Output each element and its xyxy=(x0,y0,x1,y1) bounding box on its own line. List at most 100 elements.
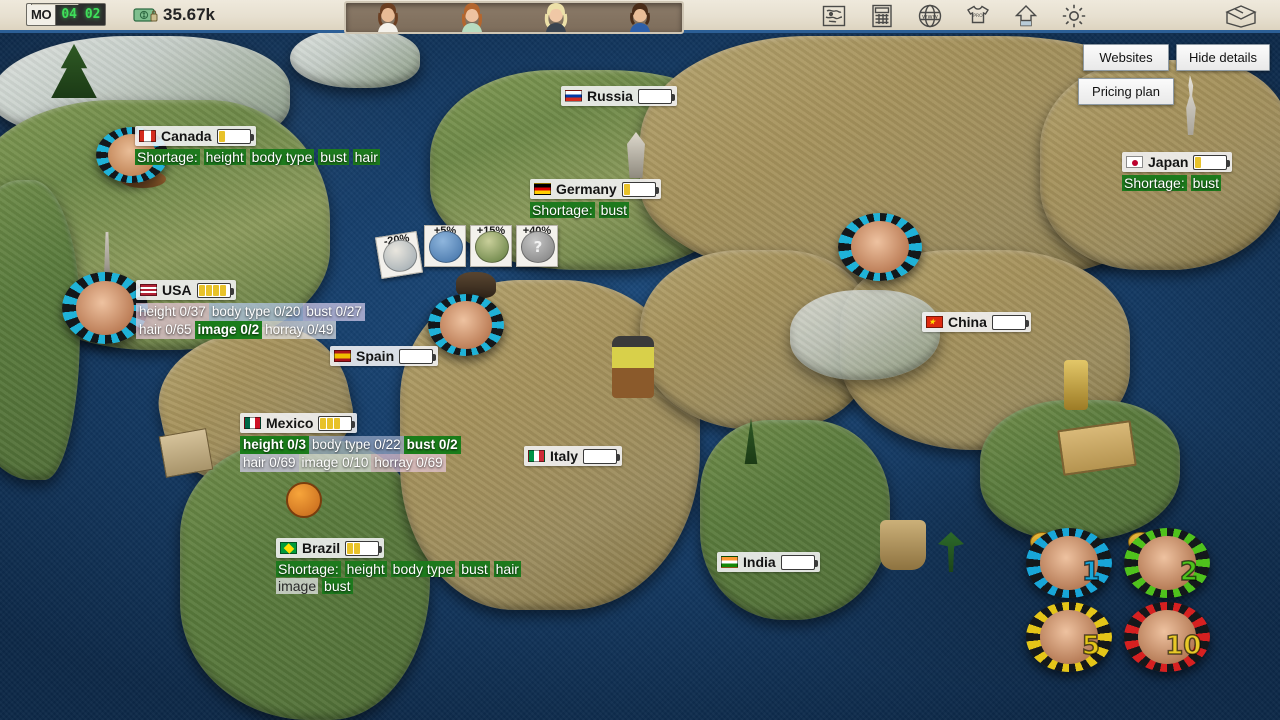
top-icon-toolbar: www PRO xyxy=(820,2,1088,30)
portrait-1[interactable] xyxy=(367,2,409,32)
top-status-bar: MO 04 02 35.67k xyxy=(0,0,1280,33)
character-portraits-strip[interactable] xyxy=(344,1,684,34)
dollar-pillar-icon xyxy=(1064,360,1088,410)
svg-text:?: ? xyxy=(534,238,543,256)
bonus-badge-question[interactable]: +40% ? xyxy=(516,225,558,267)
country-spain[interactable]: Spain xyxy=(330,346,438,367)
country-header[interactable]: Italy xyxy=(524,446,622,466)
shortage-item: bust xyxy=(599,202,629,218)
stat-bust: bust 0/2 xyxy=(404,436,461,454)
mail-icon[interactable] xyxy=(1224,3,1258,29)
country-header[interactable]: Canada xyxy=(135,126,256,146)
clock-month-label: MO xyxy=(27,4,56,25)
portrait-2[interactable] xyxy=(451,2,493,32)
bonus-badge-billboard[interactable]: +5% xyxy=(424,225,466,267)
country-italy[interactable]: Italy xyxy=(524,446,622,467)
country-name: Italy xyxy=(550,448,578,464)
country-name: Germany xyxy=(556,181,617,197)
country-header[interactable]: Brazil xyxy=(276,538,384,558)
settings-gear-icon[interactable] xyxy=(1060,2,1088,30)
stat-bust: bust 0/27 xyxy=(303,303,365,321)
token-portrait xyxy=(440,301,492,348)
cash-icon xyxy=(133,6,159,24)
country-header[interactable]: India xyxy=(717,552,820,572)
country-header[interactable]: Russia xyxy=(561,86,677,106)
flag-de-icon xyxy=(534,183,551,195)
money-display[interactable]: 35.67k xyxy=(133,5,215,25)
game-clock[interactable]: MO 04 02 xyxy=(26,3,106,26)
stat-image: image 0/10 xyxy=(299,454,372,472)
clock-box[interactable]: MO 04 02 xyxy=(26,3,106,26)
shortage-item: hair xyxy=(353,149,380,165)
portrait-4[interactable] xyxy=(619,2,661,32)
stat-hair: hair 0/65 xyxy=(136,321,195,339)
flag-ca-icon xyxy=(139,130,156,142)
country-stats: height 0/3 body type 0/22 bust 0/2 hair … xyxy=(240,436,461,472)
tshirt-icon[interactable]: PRO xyxy=(964,2,992,30)
country-header[interactable]: Spain xyxy=(330,346,438,366)
shortage-item: bust xyxy=(1191,175,1221,191)
park-icon xyxy=(475,231,509,263)
country-level-bar xyxy=(399,349,433,364)
websites-button[interactable]: Websites xyxy=(1083,44,1169,71)
stat-body-type: body type 0/22 xyxy=(309,436,404,454)
portrait-3[interactable] xyxy=(535,2,577,32)
country-india[interactable]: India xyxy=(717,552,820,573)
shortage-item: bust xyxy=(318,149,348,165)
country-level-bar xyxy=(197,283,231,298)
stat-hair: hair 0/69 xyxy=(240,454,299,472)
chip-number: 10 xyxy=(1165,631,1201,661)
pricing-plan-button[interactable]: Pricing plan xyxy=(1078,78,1174,105)
token-portrait xyxy=(851,221,908,273)
lighthouse-landmark-icon xyxy=(612,336,654,398)
svg-text:PRO: PRO xyxy=(973,13,983,19)
map-token-asia[interactable] xyxy=(838,213,922,281)
country-russia[interactable]: Russia xyxy=(561,86,677,107)
country-shortage: Shortage: height body type bust hair ima… xyxy=(276,561,521,595)
country-stats: height 0/37 body type 0/20 bust 0/27 hai… xyxy=(136,303,365,339)
chip-1[interactable]: 1 xyxy=(1026,528,1112,598)
country-level-bar xyxy=(1193,155,1227,170)
country-brazil[interactable]: Brazil Shortage: height body type bust h… xyxy=(276,538,521,595)
shortage-prefix: Shortage: xyxy=(276,561,341,577)
country-header[interactable]: Mexico xyxy=(240,413,357,433)
shortage-prefix: Shortage: xyxy=(1122,175,1187,191)
landmass-himalaya xyxy=(790,290,940,380)
www-globe-icon[interactable]: www xyxy=(916,2,944,30)
country-germany[interactable]: Germany Shortage: bust xyxy=(530,179,661,219)
country-header[interactable]: Japan xyxy=(1122,152,1232,172)
country-name: Canada xyxy=(161,128,212,144)
chip-2[interactable]: 2 xyxy=(1124,528,1210,598)
token-portrait xyxy=(76,281,134,336)
stat-height: height 0/3 xyxy=(240,436,309,454)
upgrade-arrow-icon[interactable] xyxy=(1012,2,1040,30)
map-token-spain[interactable] xyxy=(428,294,504,356)
stat-horray: horray 0/69 xyxy=(371,454,445,472)
country-mexico[interactable]: Mexico height 0/3 body type 0/22 bust 0/… xyxy=(240,413,461,472)
country-level-bar xyxy=(217,129,251,144)
chip-10[interactable]: 10 xyxy=(1124,602,1210,672)
shortage-item: height xyxy=(345,561,387,577)
country-header[interactable]: Germany xyxy=(530,179,661,199)
calculator-icon[interactable] xyxy=(868,2,896,30)
scroll-map-icon xyxy=(159,428,214,478)
map-icon[interactable] xyxy=(820,2,848,30)
chip-number: 2 xyxy=(1180,557,1198,587)
country-name: Brazil xyxy=(302,540,340,556)
chip-number: 1 xyxy=(1082,557,1100,587)
chip-5[interactable]: 5 xyxy=(1026,602,1112,672)
stat-body-type: body type 0/20 xyxy=(209,303,304,321)
country-canada[interactable]: Canada Shortage: height body type bust h… xyxy=(135,126,380,166)
soccer-ball-icon xyxy=(286,482,322,518)
hide-details-button[interactable]: Hide details xyxy=(1176,44,1270,71)
bonus-badge-park[interactable]: +15% xyxy=(470,225,512,267)
country-header[interactable]: USA xyxy=(136,280,236,300)
bonus-badge-newspaper[interactable]: -20% xyxy=(375,231,423,279)
country-japan[interactable]: Japan Shortage: bust xyxy=(1122,152,1232,192)
country-usa[interactable]: USA height 0/37 body type 0/20 bust 0/27… xyxy=(136,280,365,339)
flag-in-icon xyxy=(721,556,738,568)
country-name: Mexico xyxy=(266,415,313,431)
country-header[interactable]: ★ China xyxy=(922,312,1031,332)
country-china[interactable]: ★ China xyxy=(922,312,1031,333)
country-name: China xyxy=(948,314,987,330)
